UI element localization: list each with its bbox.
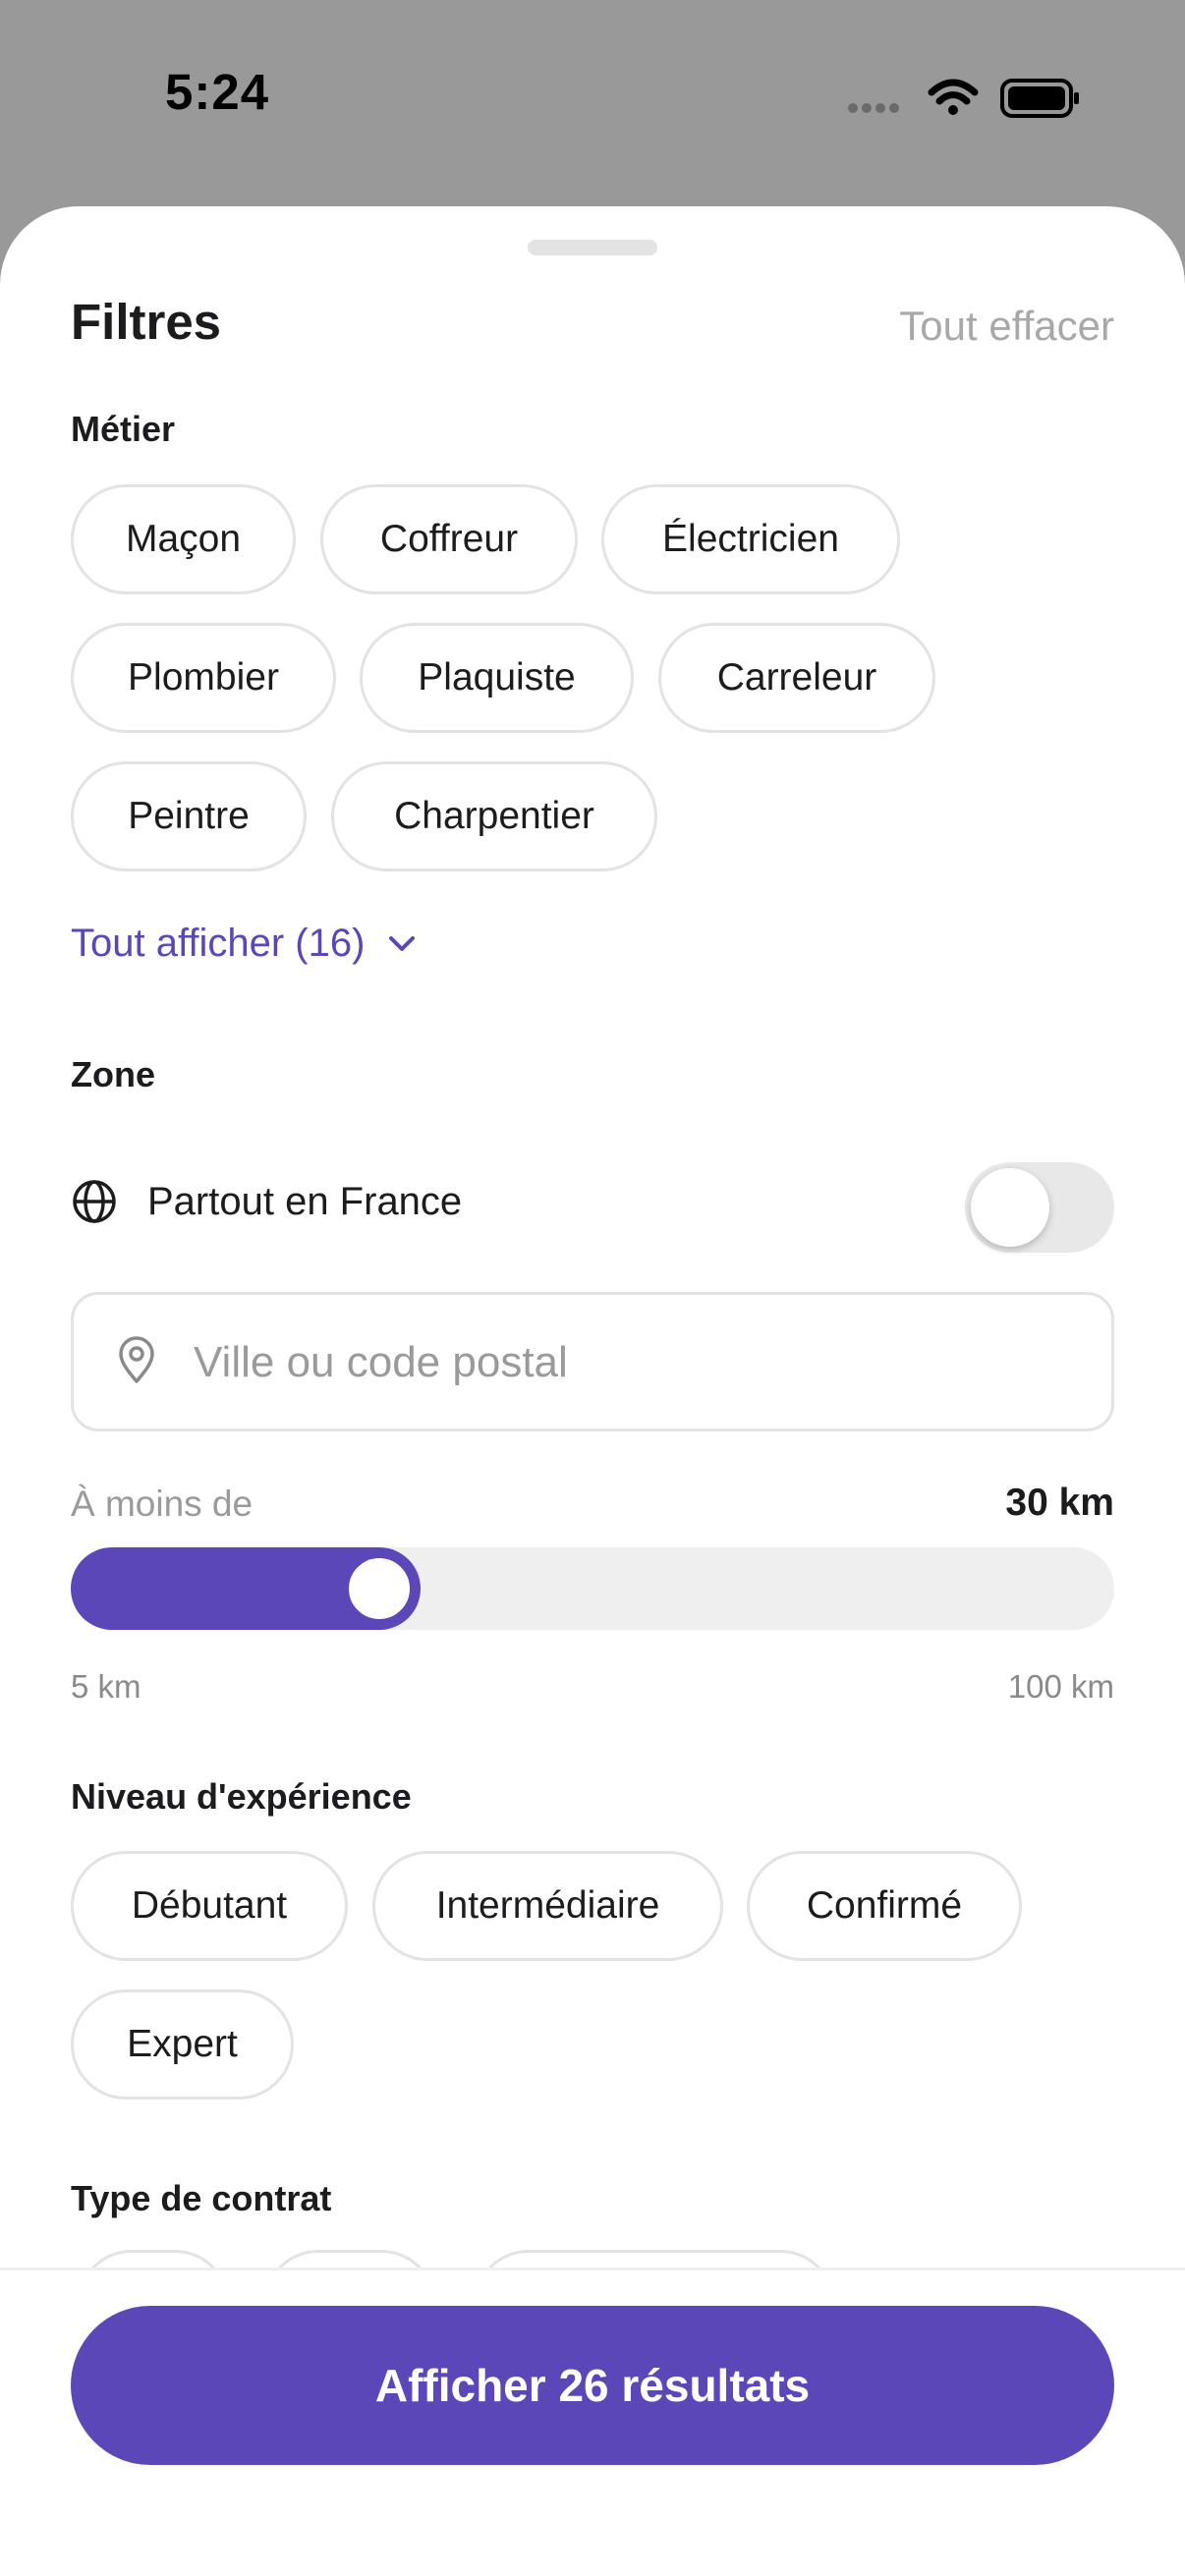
trade-section-label: Métier (71, 409, 176, 449)
distance-value: 30 km (1005, 1482, 1114, 1524)
status-icons (848, 79, 1079, 118)
chip-experience[interactable]: Débutant (71, 1851, 348, 1961)
distance-label: À moins de (71, 1484, 254, 1524)
distance-slider[interactable] (71, 1547, 1114, 1630)
show-all-trades-link[interactable]: Tout afficher (16) (71, 922, 416, 966)
chip-experience[interactable]: Confirmé (747, 1851, 1022, 1961)
slider-max-label: 100 km (1007, 1668, 1114, 1705)
everywhere-row: Partout en France (71, 1152, 1114, 1253)
everywhere-label: Partout en France (147, 1180, 463, 1223)
chip-trade[interactable]: Charpentier (331, 761, 657, 871)
slider-min-label: 5 km (71, 1668, 141, 1705)
chip-trade[interactable]: Électricien (601, 484, 900, 594)
location-pin-icon (119, 1336, 154, 1383)
location-search-field[interactable] (71, 1292, 1114, 1431)
globe-icon (73, 1180, 116, 1223)
show-results-button[interactable]: Afficher 26 résultats (71, 2306, 1114, 2465)
sheet-grabber[interactable] (528, 240, 657, 255)
page-title: Filtres (71, 294, 222, 350)
wifi-icon (928, 79, 979, 115)
chip-trade[interactable]: Plaquiste (360, 623, 634, 733)
status-time: 5:24 (165, 64, 270, 120)
location-search-input[interactable] (192, 1295, 1080, 1430)
slider-thumb[interactable] (343, 1553, 415, 1624)
battery-icon (1000, 79, 1079, 118)
bottom-action-bar: Afficher 26 résultats (0, 2268, 1185, 2576)
status-bar: 5:24 (0, 0, 1185, 206)
chip-experience[interactable]: Intermédiaire (372, 1851, 723, 1961)
chevron-down-icon (389, 935, 416, 951)
chip-trade[interactable]: Carreleur (658, 623, 935, 733)
chip-trade[interactable]: Peintre (71, 761, 307, 871)
chip-trade[interactable]: Plombier (71, 623, 336, 733)
experience-section-label: Niveau d'expérience (71, 1776, 412, 1817)
chip-trade[interactable]: Coffreur (320, 484, 578, 594)
toggle-knob (971, 1168, 1049, 1247)
clear-all-button[interactable]: Tout effacer (899, 303, 1114, 350)
filter-sheet: Filtres Tout effacer Métier Maçon Coffre… (0, 206, 1185, 2576)
chip-trade[interactable]: Maçon (71, 484, 296, 594)
show-all-label: Tout afficher (16) (71, 922, 366, 965)
everywhere-toggle[interactable] (965, 1162, 1114, 1253)
signal-dots-icon (848, 103, 899, 113)
zone-section-label: Zone (71, 1054, 155, 1094)
chip-experience[interactable]: Expert (71, 1989, 294, 2100)
contract-section-label: Type de contrat (71, 2178, 332, 2218)
